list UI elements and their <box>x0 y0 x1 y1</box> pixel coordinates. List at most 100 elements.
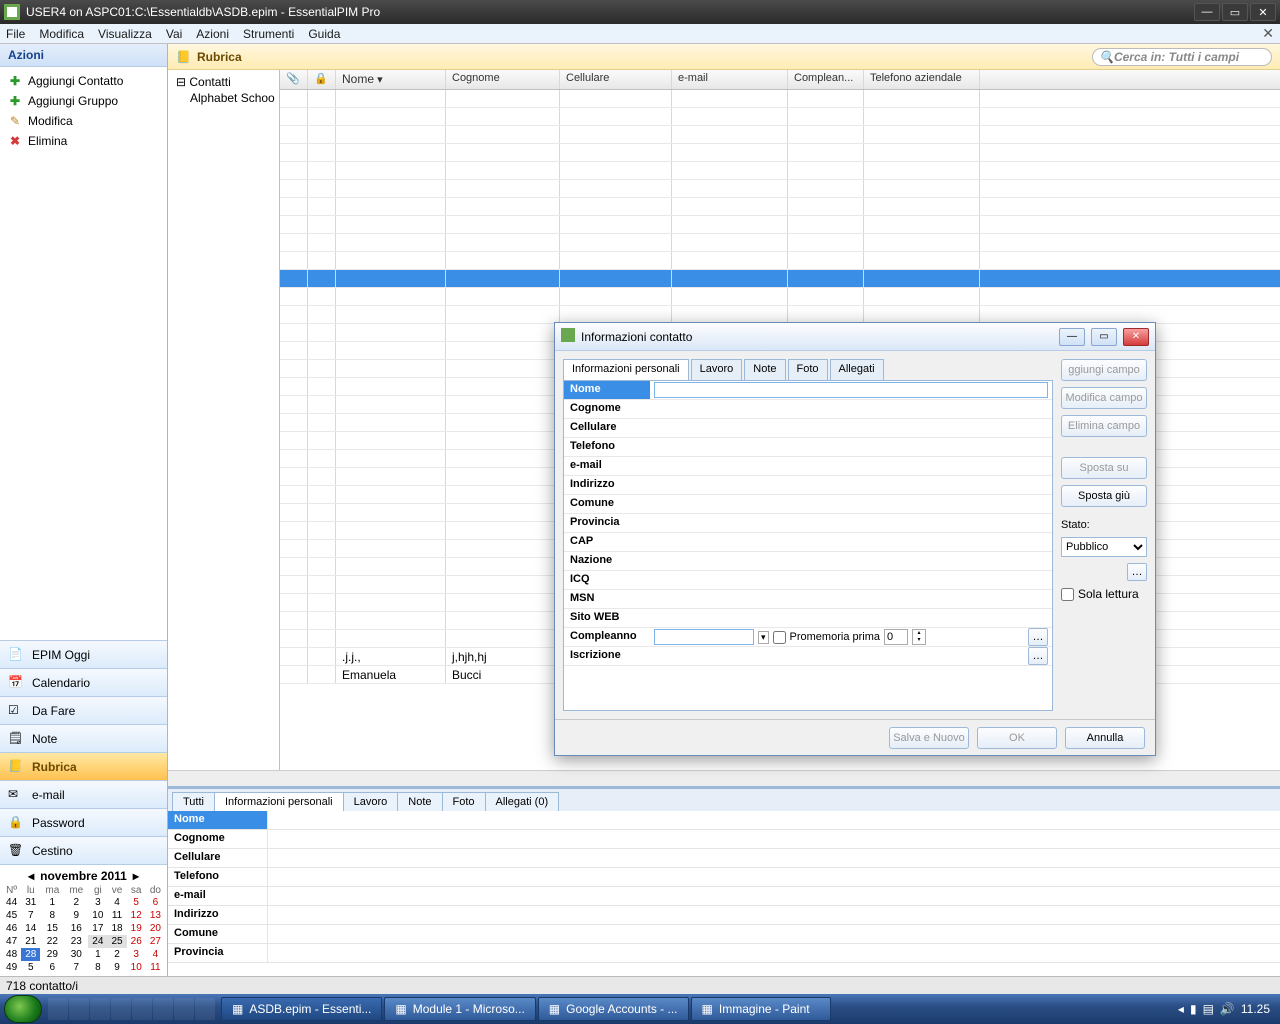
table-row[interactable] <box>280 90 1280 108</box>
field-value[interactable] <box>650 400 1052 418</box>
tray-icon[interactable]: ◂ <box>1178 1002 1184 1016</box>
save-new-button[interactable]: Salva e Nuovo <box>889 727 969 749</box>
table-row[interactable] <box>280 216 1280 234</box>
field-label[interactable]: MSN <box>564 590 650 608</box>
table-row[interactable] <box>280 144 1280 162</box>
menu-visualizza[interactable]: Visualizza <box>98 27 152 41</box>
nome-input[interactable] <box>654 382 1048 398</box>
field-label[interactable]: e-mail <box>564 457 650 475</box>
col-lock[interactable]: 🔒 <box>308 70 336 89</box>
field-value[interactable] <box>650 552 1052 570</box>
detail-tab-tutti[interactable]: Tutti <box>172 792 215 811</box>
mini-calendar[interactable]: ◂novembre 2011▸ Nºlumamegivesado44311234… <box>0 864 167 976</box>
table-row[interactable] <box>280 162 1280 180</box>
clock[interactable]: 11.25 <box>1241 1002 1270 1016</box>
maximize-button[interactable]: ▭ <box>1222 3 1248 21</box>
field-value[interactable] <box>650 609 1052 627</box>
detail-row[interactable]: Cellulare <box>168 849 1280 868</box>
tray-icon[interactable]: ▤ <box>1203 1002 1214 1016</box>
table-row[interactable] <box>280 270 1280 288</box>
field-value[interactable] <box>650 476 1052 494</box>
ql-icon[interactable] <box>90 998 110 1020</box>
col-cognome[interactable]: Cognome <box>446 70 560 89</box>
action-edit[interactable]: ✎Modifica <box>0 111 167 131</box>
dialog-tab-lavoro[interactable]: Lavoro <box>691 359 743 381</box>
col-compleanno[interactable]: Complean... <box>788 70 864 89</box>
col-attachment[interactable]: 📎 <box>280 70 308 89</box>
mdi-close-icon[interactable]: ✕ <box>1262 25 1274 42</box>
ql-icon[interactable] <box>132 998 152 1020</box>
contact-tree[interactable]: ⊟ Contatti Alphabet Schoo <box>168 70 280 770</box>
dialog-titlebar[interactable]: Informazioni contatto — ▭ ✕ <box>555 323 1155 351</box>
col-cellulare[interactable]: Cellulare <box>560 70 672 89</box>
grid-header[interactable]: 📎 🔒 Nome ▾ Cognome Cellulare e-mail Comp… <box>280 70 1280 90</box>
ql-icon[interactable] <box>69 998 89 1020</box>
detail-row[interactable]: Indirizzo <box>168 906 1280 925</box>
iscrizione-more-button[interactable]: … <box>1028 647 1048 665</box>
field-label[interactable]: CAP <box>564 533 650 551</box>
table-row[interactable] <box>280 288 1280 306</box>
field-label[interactable]: Nome <box>564 381 650 399</box>
field-value[interactable] <box>650 495 1052 513</box>
menu-guida[interactable]: Guida <box>308 27 340 41</box>
field-label[interactable]: Comune <box>564 495 650 513</box>
detail-tab-foto[interactable]: Foto <box>442 792 486 811</box>
nav-note[interactable]: 🗒Note <box>0 724 167 752</box>
birthday-input[interactable] <box>654 629 754 645</box>
menu-modifica[interactable]: Modifica <box>39 27 84 41</box>
col-nome[interactable]: Nome ▾ <box>336 70 446 89</box>
ql-icon[interactable] <box>195 998 215 1020</box>
add-field-button[interactable]: ggiungi campo <box>1061 359 1147 381</box>
col-email[interactable]: e-mail <box>672 70 788 89</box>
system-tray[interactable]: ◂ ▮ ▤ 🔊 11.25 <box>1178 1002 1276 1016</box>
task-button[interactable]: ▦Immagine - Paint <box>691 997 831 1021</box>
detail-row[interactable]: Telefono <box>168 868 1280 887</box>
action-delete[interactable]: ✖Elimina <box>0 131 167 151</box>
move-up-button[interactable]: Sposta su <box>1061 457 1147 479</box>
detail-row[interactable]: Comune <box>168 925 1280 944</box>
table-row[interactable] <box>280 252 1280 270</box>
dialog-maximize-button[interactable]: ▭ <box>1091 328 1117 346</box>
field-label[interactable]: ICQ <box>564 571 650 589</box>
detail-row[interactable]: Provincia <box>168 944 1280 963</box>
nav-dafare[interactable]: ☑Da Fare <box>0 696 167 724</box>
tree-root[interactable]: ⊟ Contatti <box>172 74 275 90</box>
menu-strumenti[interactable]: Strumenti <box>243 27 294 41</box>
action-add-contact[interactable]: ✚Aggiungi Contatto <box>0 71 167 91</box>
ql-icon[interactable] <box>48 998 68 1020</box>
detail-row[interactable]: e-mail <box>168 887 1280 906</box>
field-value[interactable]: ▾ Promemoria prima ▴▾… <box>650 628 1052 646</box>
nav-epim-oggi[interactable]: 📄EPIM Oggi <box>0 640 167 668</box>
task-button[interactable]: ▦Module 1 - Microso... <box>384 997 535 1021</box>
task-button[interactable]: ▦Google Accounts - ... <box>538 997 689 1021</box>
dialog-tab-note[interactable]: Note <box>744 359 785 381</box>
task-button[interactable]: ▦ASDB.epim - Essenti... <box>221 997 382 1021</box>
cancel-button[interactable]: Annulla <box>1065 727 1145 749</box>
table-row[interactable] <box>280 198 1280 216</box>
nav-rubrica[interactable]: 📒Rubrica <box>0 752 167 780</box>
field-value[interactable] <box>650 457 1052 475</box>
nav-password[interactable]: 🔒Password <box>0 808 167 836</box>
field-value[interactable] <box>650 419 1052 437</box>
table-row[interactable] <box>280 108 1280 126</box>
field-value[interactable] <box>650 590 1052 608</box>
field-label[interactable]: Cognome <box>564 400 650 418</box>
menu-azioni[interactable]: Azioni <box>196 27 229 41</box>
field-value[interactable] <box>650 571 1052 589</box>
field-label[interactable]: Cellulare <box>564 419 650 437</box>
birthday-more-button[interactable]: … <box>1028 628 1048 646</box>
dialog-tab-foto[interactable]: Foto <box>788 359 828 381</box>
readonly-checkbox[interactable]: Sola lettura <box>1061 587 1147 601</box>
menu-file[interactable]: File <box>6 27 25 41</box>
dialog-tab-info[interactable]: Informazioni personali <box>563 359 689 381</box>
field-label[interactable]: Provincia <box>564 514 650 532</box>
field-value[interactable] <box>650 381 1052 399</box>
nav-email[interactable]: ✉e-mail <box>0 780 167 808</box>
ql-icon[interactable] <box>111 998 131 1020</box>
field-label[interactable]: Compleanno <box>564 628 650 646</box>
detail-grid[interactable]: NomeCognomeCellulareTelefonoe-mailIndiri… <box>168 811 1280 976</box>
reminder-checkbox[interactable] <box>773 631 786 644</box>
reminder-spinner[interactable]: ▴▾ <box>912 629 926 645</box>
close-button[interactable]: ✕ <box>1250 3 1276 21</box>
ql-icon[interactable] <box>174 998 194 1020</box>
